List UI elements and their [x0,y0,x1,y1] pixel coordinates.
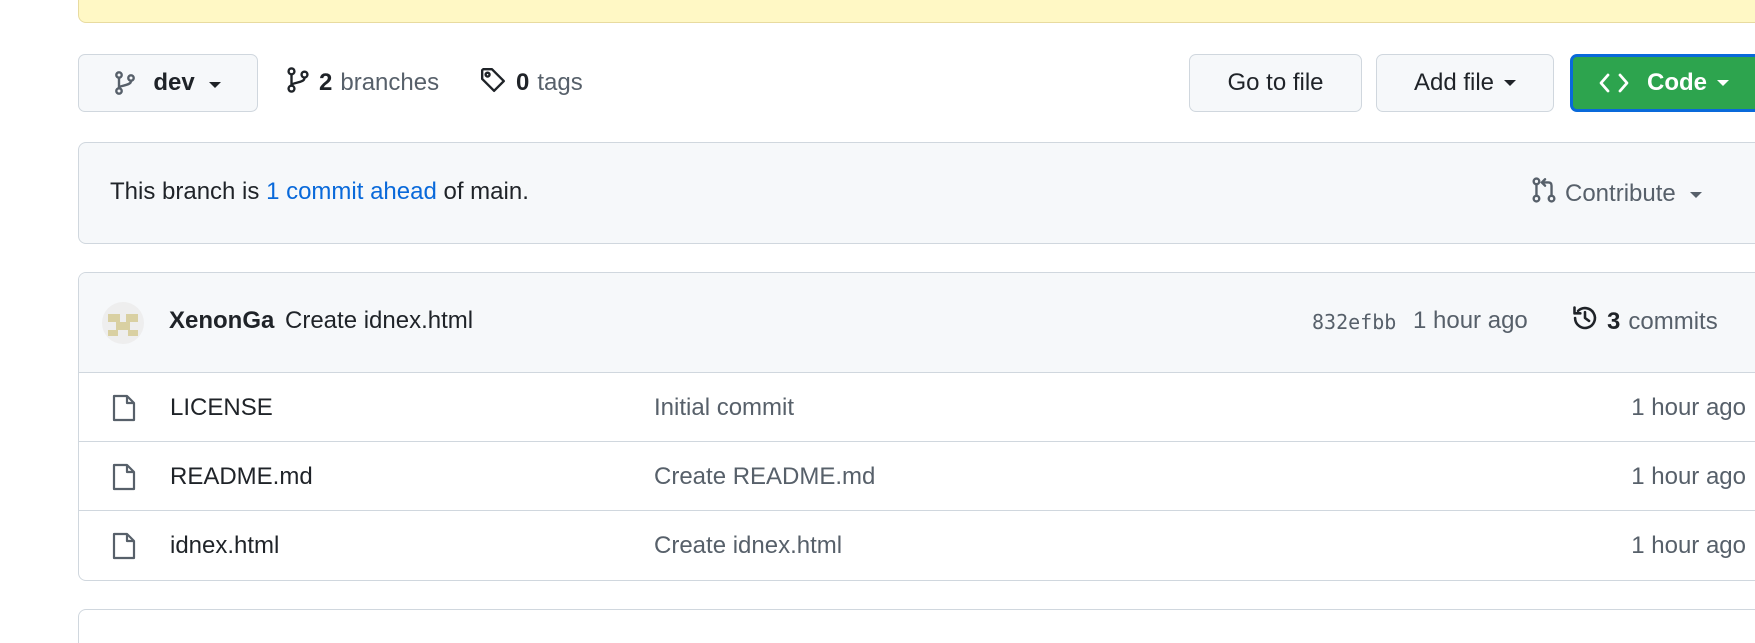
branch-status-suffix: of main. [443,178,529,205]
commits-history-link[interactable]: 3 commits [1571,304,1718,339]
commits-label: commits [1628,307,1718,335]
latest-commit-bar: XenonGa Create idnex.html 832efbb 1 hour… [79,273,1755,373]
code-button[interactable]: Code [1570,54,1755,112]
file-commit-time: 1 hour ago [1631,463,1746,490]
tags-count: 0 [516,69,530,96]
avatar[interactable] [102,302,144,344]
branch-status-message: This branch is 1 commit ahead of main. [110,178,529,206]
file-name-link[interactable]: README.md [170,463,313,491]
commit-author-link[interactable]: XenonGa [169,307,274,335]
tags-label: tags [537,69,583,96]
branches-count: 2 [319,69,333,96]
go-to-file-button[interactable]: Go to file [1189,54,1362,112]
add-file-label: Add file [1413,69,1495,96]
repo-toolbar: dev 2 branches 0 tags Go to file Add fil… [0,0,1755,120]
code-icon [1599,72,1629,94]
file-commit-message-link[interactable]: Create README.md [654,463,875,491]
pull-request-icon [1531,176,1565,211]
chevron-down-icon [208,81,221,88]
branch-select-label: dev [153,69,195,96]
commit-sha-link[interactable]: 832efbb [1312,310,1396,334]
code-label: Code [1647,69,1707,96]
contribute-label: Contribute [1565,179,1676,207]
branch-status-box: This branch is 1 commit ahead of main. C… [78,142,1755,244]
tag-icon [480,67,506,100]
file-commit-time: 1 hour ago [1631,394,1746,421]
contribute-dropdown[interactable]: Contribute [1531,176,1702,211]
file-table: XenonGa Create idnex.html 832efbb 1 hour… [78,272,1755,581]
chevron-down-icon [1717,80,1729,86]
chevron-down-icon [1504,80,1517,86]
git-branch-icon [287,66,309,100]
file-name-link[interactable]: idnex.html [170,532,279,560]
commits-ahead-link[interactable]: 1 commit ahead [266,178,437,205]
git-branch-icon [115,71,136,95]
commit-time: 1 hour ago [1413,307,1528,334]
file-icon [112,532,136,565]
branches-link[interactable]: 2 branches [287,63,439,103]
file-name-link[interactable]: LICENSE [170,394,273,422]
file-commit-time: 1 hour ago [1631,532,1746,559]
readme-panel [78,609,1755,643]
branches-label: branches [340,69,440,96]
file-commit-message-link[interactable]: Initial commit [654,394,794,422]
repository-page: dev 2 branches 0 tags Go to file Add fil… [0,0,1755,643]
table-row: LICENSE Initial commit 1 hour ago [79,373,1755,442]
file-icon [112,463,136,496]
add-file-button[interactable]: Add file [1376,54,1554,112]
table-row: idnex.html Create idnex.html 1 hour ago [79,511,1755,580]
branch-select-button[interactable]: dev [78,54,258,112]
file-icon [112,394,136,427]
commits-count: 3 [1607,307,1621,335]
branch-status-prefix: This branch is [110,178,260,205]
commit-message-link[interactable]: Create idnex.html [285,307,473,335]
history-icon [1571,304,1607,339]
file-commit-message-link[interactable]: Create idnex.html [654,532,842,560]
tags-link[interactable]: 0 tags [480,63,583,103]
chevron-down-icon [1689,192,1702,198]
table-row: README.md Create README.md 1 hour ago [79,442,1755,511]
